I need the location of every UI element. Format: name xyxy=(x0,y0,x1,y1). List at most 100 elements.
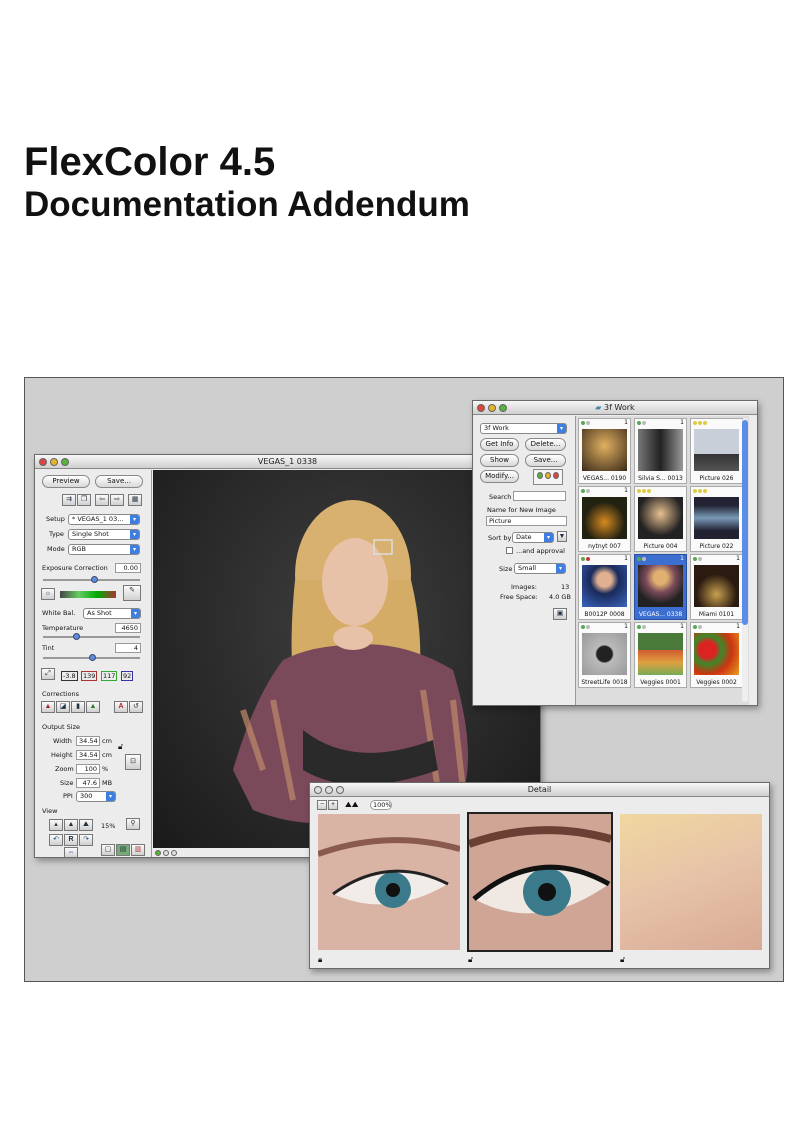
view-mode-2-icon[interactable]: ▤ xyxy=(116,844,130,856)
levels-eyedropper-icon[interactable]: ⤢ xyxy=(41,668,55,680)
landscape-icon[interactable]: ⛰⛰ xyxy=(345,800,358,810)
copy-icon[interactable]: ❐ xyxy=(77,494,91,506)
browser-window-titlebar[interactable]: ▰ 3f Work xyxy=(473,401,757,415)
mode-select[interactable]: RGB ▾ xyxy=(68,544,140,555)
histogram-icon[interactable]: ▲ xyxy=(41,701,55,713)
sharpen-icon[interactable]: ▲ xyxy=(86,701,100,713)
lock-icon[interactable]: 🔒︎ xyxy=(318,955,322,965)
magnifier-icon[interactable]: ⚲ xyxy=(126,818,140,830)
detail-window-titlebar[interactable]: Detail xyxy=(310,783,769,797)
zoom-field[interactable]: 100 xyxy=(76,764,100,774)
thumbnail[interactable]: 1 B0012P 0008 xyxy=(578,554,631,620)
detail-pane-1[interactable] xyxy=(318,814,460,950)
sort-direction-icon[interactable]: ▼ xyxy=(557,531,567,542)
minimize-button[interactable] xyxy=(488,404,496,412)
thumbnail[interactable]: 1 Silvia S... 0013 xyxy=(634,418,687,484)
show-button[interactable]: Show xyxy=(480,454,519,467)
zoom-out-icon[interactable]: ▴ xyxy=(49,819,63,831)
slider-knob[interactable] xyxy=(73,633,80,640)
capture-window-titlebar[interactable]: VEGAS_1 0338 xyxy=(35,455,540,469)
thumbnail[interactable]: Picture 004 xyxy=(634,486,687,552)
save-button[interactable]: Save... xyxy=(95,475,143,488)
zoom-out-button[interactable]: − xyxy=(317,800,327,810)
sun-icon[interactable]: ☼ xyxy=(41,588,55,600)
approval-lights[interactable] xyxy=(533,469,563,485)
unlock-icon[interactable]: 🔓︎ xyxy=(620,955,625,965)
flip-icon[interactable]: ⇔ xyxy=(64,847,78,857)
thumbnail[interactable]: Picture 026 xyxy=(690,418,743,484)
thumbnail-scrollbar[interactable] xyxy=(742,418,748,702)
rotate-left-icon[interactable]: ⇦ xyxy=(95,494,109,506)
ppi-select[interactable]: 300 ▾ xyxy=(76,791,116,802)
zoom-in-icon[interactable]: ▲ xyxy=(64,819,78,831)
thumbnail[interactable]: 1 Miami 0101 xyxy=(690,554,743,620)
reset-rotation-icon[interactable]: R xyxy=(64,834,78,846)
height-field[interactable]: 34.54 xyxy=(76,750,100,760)
type-select[interactable]: Single Shot ▾ xyxy=(68,529,140,540)
minimize-button[interactable] xyxy=(325,786,333,794)
lock-icon[interactable]: 🔓︎ xyxy=(118,742,123,752)
thumbnail[interactable]: 1 nytnyt 007 xyxy=(578,486,631,552)
text-tool-icon[interactable]: A xyxy=(114,701,128,713)
and-approval-checkbox[interactable] xyxy=(506,547,513,554)
exposure-slider[interactable] xyxy=(43,576,140,583)
scrollbar-thumb[interactable] xyxy=(742,420,748,625)
thumbnail[interactable]: 1 StreetLife 0018 xyxy=(578,622,631,688)
thumbnail[interactable]: 1 Veggies 0001 xyxy=(634,622,687,688)
close-button[interactable] xyxy=(39,458,47,466)
size-select[interactable]: Small ▾ xyxy=(514,563,566,574)
color-balance-icon[interactable]: ▮ xyxy=(71,701,85,713)
slider-knob[interactable] xyxy=(91,576,98,583)
eyedropper-icon[interactable]: ✎ xyxy=(123,585,141,601)
temperature-slider[interactable] xyxy=(43,633,140,640)
exposure-field[interactable]: 0.00 xyxy=(115,563,141,573)
temperature-field[interactable]: 4650 xyxy=(115,623,141,633)
white-bal-select[interactable]: As Shot ▾ xyxy=(83,608,141,619)
approve-green-icon[interactable] xyxy=(537,472,543,479)
rotate-ccw-icon[interactable]: ↶ xyxy=(49,834,63,846)
zoom-button[interactable] xyxy=(61,458,69,466)
prescan-icon[interactable]: ⇉ xyxy=(62,494,76,506)
search-input[interactable] xyxy=(513,491,566,501)
slider-knob[interactable] xyxy=(89,654,96,661)
close-button[interactable] xyxy=(477,404,485,412)
zoom-button[interactable] xyxy=(499,404,507,412)
level-value-2: 139 xyxy=(81,671,98,681)
fit-view-icon[interactable]: ⛰ xyxy=(79,819,93,831)
thumbnail[interactable]: 1 Veggies 0002 xyxy=(690,622,743,688)
detail-pane-2[interactable] xyxy=(467,812,613,952)
width-field[interactable]: 34.54 xyxy=(76,736,100,746)
rotate-cw-icon[interactable]: ↷ xyxy=(79,834,93,846)
thumbnail-selected[interactable]: 1 VEGAS... 0338 xyxy=(634,554,687,620)
close-button[interactable] xyxy=(314,786,322,794)
grid-icon[interactable]: ▦ xyxy=(128,494,142,506)
view-toggle-icon[interactable]: ▣ xyxy=(553,608,567,620)
zoom-button[interactable] xyxy=(336,786,344,794)
unlock-icon[interactable]: 🔓︎ xyxy=(468,955,473,965)
setup-select[interactable]: * VEGAS_1 03... ▾ xyxy=(68,514,140,525)
name-new-image-input[interactable]: Picture xyxy=(486,516,567,526)
folder-select[interactable]: 3f Work ▾ xyxy=(480,423,567,434)
rotate-right-icon[interactable]: ⇨ xyxy=(110,494,124,506)
sort-by-select[interactable]: Date ▾ xyxy=(512,532,554,543)
get-info-button[interactable]: Get Info xyxy=(480,438,519,451)
minimize-button[interactable] xyxy=(50,458,58,466)
approve-red-icon[interactable] xyxy=(553,472,559,479)
approve-yellow-icon[interactable] xyxy=(545,472,551,479)
curves-icon[interactable]: ◪ xyxy=(56,701,70,713)
view-mode-1-icon[interactable]: ▢ xyxy=(101,844,115,856)
thumbnail[interactable]: 1 VEGAS... 0190 xyxy=(578,418,631,484)
detail-pane-3[interactable] xyxy=(620,814,762,950)
detail-zoom-field[interactable]: 100% xyxy=(370,800,392,810)
modify-button[interactable]: Modify... xyxy=(480,470,519,483)
crop-icon[interactable]: ⊡ xyxy=(125,754,141,770)
tint-slider[interactable] xyxy=(43,654,140,661)
view-mode-3-icon[interactable]: ▥ xyxy=(131,844,145,856)
reset-icon[interactable]: ↺ xyxy=(129,701,143,713)
preview-button[interactable]: Preview xyxy=(42,475,90,488)
delete-button[interactable]: Delete... xyxy=(525,438,566,451)
thumbnail[interactable]: Picture 022 xyxy=(690,486,743,552)
zoom-in-button[interactable]: + xyxy=(328,800,338,810)
tint-field[interactable]: 4 xyxy=(115,643,141,653)
browser-save-button[interactable]: Save... xyxy=(525,454,566,467)
